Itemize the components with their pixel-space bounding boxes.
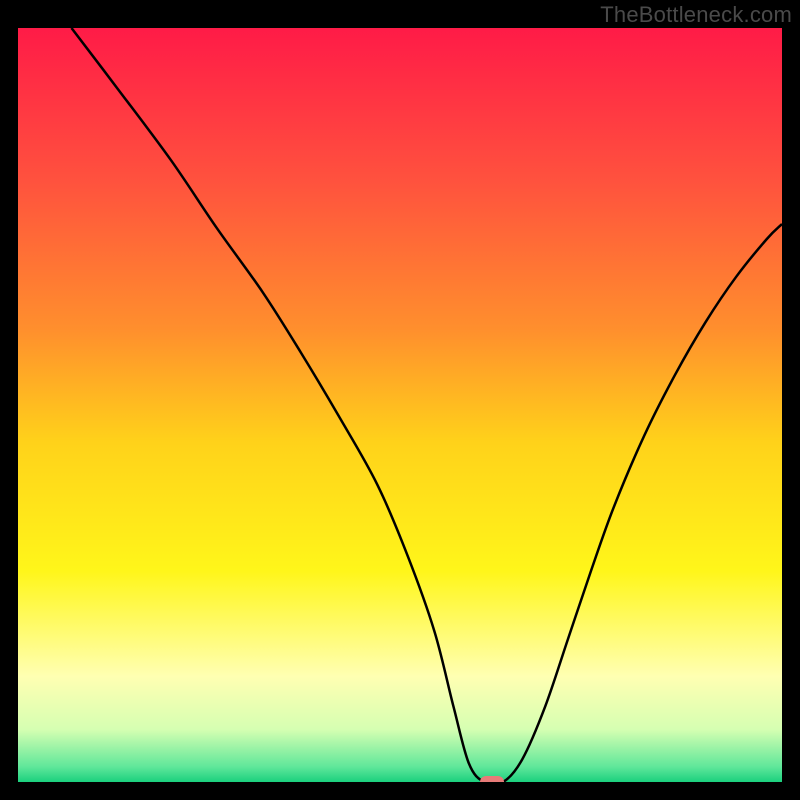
gradient-background (18, 28, 782, 782)
optimal-point-marker (480, 776, 504, 782)
plot-container (18, 28, 782, 782)
chart-frame: TheBottleneck.com (0, 0, 800, 800)
watermark-text: TheBottleneck.com (600, 2, 792, 28)
chart-svg (18, 28, 782, 782)
plot-area (18, 28, 782, 782)
